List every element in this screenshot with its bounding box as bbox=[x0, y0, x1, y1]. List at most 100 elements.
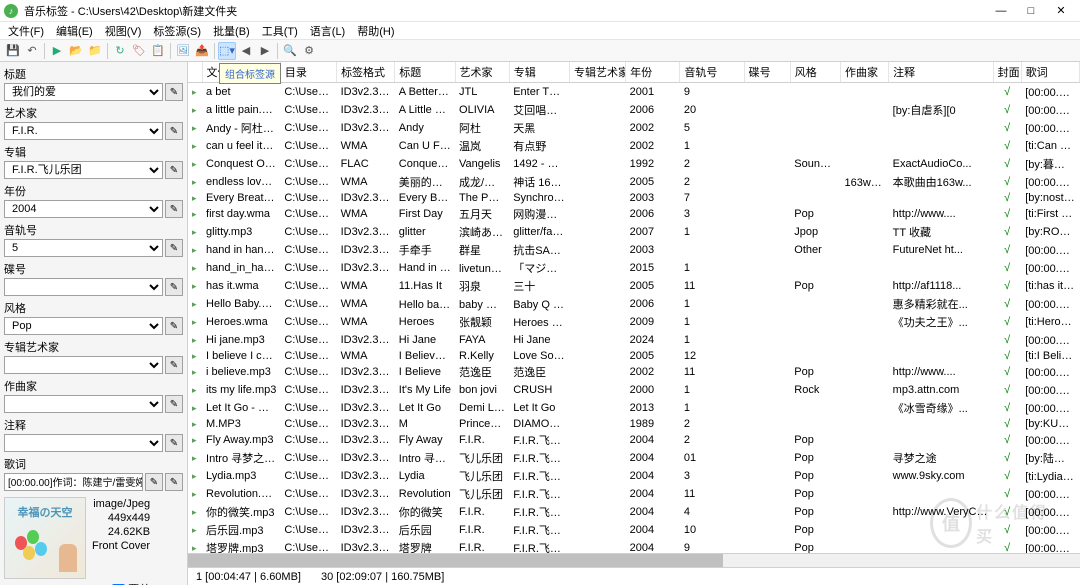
table-row[interactable]: ▸后乐园.mp3C:\Users\42\...ID3v2.3, ID3v1后乐园… bbox=[188, 521, 1080, 539]
table-row[interactable]: ▸Every Breath You T...C:\Users\42\...ID3… bbox=[188, 191, 1080, 205]
column-header[interactable]: 标签格式 bbox=[337, 62, 395, 83]
horizontal-scrollbar[interactable] bbox=[188, 553, 1080, 567]
menu-item[interactable]: 工具(T) bbox=[258, 23, 302, 39]
table-cell: 有点野 bbox=[509, 137, 569, 155]
open-toolbtn[interactable]: 📂 bbox=[67, 42, 85, 60]
table-row[interactable]: ▸Hello Baby.wmaC:\Users\42\...WMAHello b… bbox=[188, 295, 1080, 313]
table-row[interactable]: ▸Heroes.wmaC:\Users\42\...WMAHeroes张靓颖He… bbox=[188, 313, 1080, 331]
menu-item[interactable]: 文件(F) bbox=[4, 23, 48, 39]
column-header[interactable]: 专辑 bbox=[509, 62, 569, 83]
album-input[interactable]: F.I.R.飞儿乐团 bbox=[4, 161, 163, 179]
track-input[interactable]: 5 bbox=[4, 239, 163, 257]
refresh-toolbtn[interactable]: ↻ bbox=[111, 42, 129, 60]
title-input[interactable]: 我们的爱 bbox=[4, 83, 163, 101]
cover-image[interactable]: 幸福の天空 bbox=[4, 497, 86, 579]
table-row[interactable]: ▸Revolution.mp3C:\Users\42\...ID3v2.3, I… bbox=[188, 485, 1080, 503]
composer-input[interactable] bbox=[4, 395, 163, 413]
close-button[interactable]: ✕ bbox=[1046, 0, 1076, 22]
table-row[interactable]: ▸can u feel it.wmaC:\Users\42\...WMACan … bbox=[188, 137, 1080, 155]
minimize-button[interactable]: — bbox=[986, 0, 1016, 22]
lyrics-action[interactable]: ✎ bbox=[165, 473, 183, 491]
column-header[interactable]: 歌词 bbox=[1021, 62, 1079, 83]
copy-toolbtn[interactable]: 📋 bbox=[149, 42, 167, 60]
search-toolbtn[interactable]: 🔍 bbox=[281, 42, 299, 60]
albumartist-action[interactable]: ✎ bbox=[165, 356, 183, 374]
album-action[interactable]: ✎ bbox=[165, 161, 183, 179]
table-row[interactable]: ▸Hi jane.mp3C:\Users\42\...ID3v2.3, ID3v… bbox=[188, 331, 1080, 349]
tag-toolbtn[interactable]: 🏷 bbox=[130, 42, 148, 60]
table-row[interactable]: ▸hand_in_hand.mp3C:\Users\42\...ID3v2.3,… bbox=[188, 259, 1080, 277]
settings-toolbtn[interactable]: ⚙ bbox=[300, 42, 318, 60]
table-row[interactable]: ▸hand in hand.mp3C:\Users\42\...ID3v2.3,… bbox=[188, 241, 1080, 259]
table-cell bbox=[744, 399, 790, 417]
albumartist-input[interactable] bbox=[4, 356, 163, 374]
undo-toolbtn[interactable]: ↶ bbox=[23, 42, 41, 60]
maximize-button[interactable]: □ bbox=[1016, 0, 1046, 22]
genre-input[interactable]: Pop bbox=[4, 317, 163, 335]
next-toolbtn[interactable]: ▶ bbox=[256, 42, 274, 60]
column-header[interactable]: 标题 bbox=[395, 62, 455, 83]
table-row[interactable]: ▸a little pain.mp3C:\Users\42\...ID3v2.3… bbox=[188, 101, 1080, 119]
column-header[interactable]: 年份 bbox=[626, 62, 680, 83]
prev-toolbtn[interactable]: ◀ bbox=[237, 42, 255, 60]
comment-action[interactable]: ✎ bbox=[165, 434, 183, 452]
table-cell: √ bbox=[993, 313, 1021, 331]
column-header[interactable]: 碟号 bbox=[744, 62, 790, 83]
lyrics-input[interactable]: [00:00.00]作词：陈建宁/雷雯婷/黄汉青 bbox=[4, 473, 143, 491]
combined-source-toolbtn[interactable]: ⬚▾ 组合标签源 bbox=[218, 42, 236, 60]
year-action[interactable]: ✎ bbox=[165, 200, 183, 218]
table-row[interactable]: ▸Intro 寻梦之途.mp3C:\Users\42\...ID3v2.3, I… bbox=[188, 449, 1080, 467]
disc-input[interactable] bbox=[4, 278, 163, 296]
disc-action[interactable]: ✎ bbox=[165, 278, 183, 296]
column-header[interactable]: 目录 bbox=[280, 62, 336, 83]
table-row[interactable]: ▸Let It Go - Demi Lo...C:\Users\42\...ID… bbox=[188, 399, 1080, 417]
table-row[interactable]: ▸a betC:\Users\42\...ID3v2.3, ID3v1A Bet… bbox=[188, 83, 1080, 102]
table-row[interactable]: ▸你的微笑.mp3C:\Users\42\...ID3v2.3, ID3v1你的… bbox=[188, 503, 1080, 521]
table-cell: Enter The Dr... bbox=[509, 83, 569, 102]
menu-item[interactable]: 批量(B) bbox=[209, 23, 254, 39]
menu-item[interactable]: 编辑(E) bbox=[52, 23, 97, 39]
table-row[interactable]: ▸glitty.mp3C:\Users\42\...ID3v2.3, ID3v1… bbox=[188, 223, 1080, 241]
table-cell bbox=[790, 349, 840, 363]
year-input[interactable]: 2004 bbox=[4, 200, 163, 218]
column-header[interactable]: 音轨号 bbox=[680, 62, 744, 83]
column-header[interactable]: 艺术家 bbox=[455, 62, 509, 83]
table-row[interactable]: ▸Fly Away.mp3C:\Users\42\...ID3v2.3, ID3… bbox=[188, 431, 1080, 449]
table-row[interactable]: ▸Lydia.mp3C:\Users\42\...ID3v2.3, ID3v1L… bbox=[188, 467, 1080, 485]
table-row[interactable]: ▸has it.wmaC:\Users\42\...WMA11.Has It羽泉… bbox=[188, 277, 1080, 295]
export-toolbtn[interactable]: 📤 bbox=[193, 42, 211, 60]
genre-action[interactable]: ✎ bbox=[165, 317, 183, 335]
table-row[interactable]: ▸endless love.wmaC:\Users\42\...WMA美丽的神话… bbox=[188, 173, 1080, 191]
menu-item[interactable]: 标签源(S) bbox=[149, 23, 205, 39]
file-grid[interactable]: 文件名目录标签格式标题艺术家专辑专辑艺术家年份音轨号碟号风格作曲家注释封面歌词 … bbox=[188, 62, 1080, 553]
save-toolbtn[interactable]: 💾 bbox=[4, 42, 22, 60]
lyrics-edit[interactable]: ✎ bbox=[145, 473, 163, 491]
column-header[interactable]: 封面 bbox=[993, 62, 1021, 83]
play-toolbtn[interactable]: ▶ bbox=[48, 42, 66, 60]
table-row[interactable]: ▸first day.wmaC:\Users\42\...WMAFirst Da… bbox=[188, 205, 1080, 223]
comment-input[interactable] bbox=[4, 434, 163, 452]
artist-action[interactable]: ✎ bbox=[165, 122, 183, 140]
artist-input[interactable]: F.I.R. bbox=[4, 122, 163, 140]
column-header[interactable]: 作曲家 bbox=[840, 62, 888, 83]
image-toolbtn[interactable]: 🖼 bbox=[174, 42, 192, 60]
menu-item[interactable]: 语言(L) bbox=[306, 23, 349, 39]
table-cell: [by:nostatics] bbox=[1021, 191, 1079, 205]
column-header[interactable]: 注释 bbox=[889, 62, 993, 83]
table-row[interactable]: ▸i believe.mp3C:\Users\42\...ID3v2.3, ID… bbox=[188, 363, 1080, 381]
menu-item[interactable]: 视图(V) bbox=[101, 23, 146, 39]
column-header[interactable]: 风格 bbox=[790, 62, 840, 83]
table-row[interactable]: ▸I believe I can fly.w...C:\Users\42\...… bbox=[188, 349, 1080, 363]
table-row[interactable]: ▸Conquest Of Paradis...C:\Users\42\...FL… bbox=[188, 155, 1080, 173]
menu-item[interactable]: 帮助(H) bbox=[353, 23, 398, 39]
track-action[interactable]: ✎ bbox=[165, 239, 183, 257]
folder-toolbtn[interactable]: 📁 bbox=[86, 42, 104, 60]
table-row[interactable]: ▸Andy - 阿杜.mp3C:\Users\42\...ID3v2.3, ID… bbox=[188, 119, 1080, 137]
table-row[interactable]: ▸M.MP3C:\Users\42\...ID3v2.3, ID3v1MPrin… bbox=[188, 417, 1080, 431]
table-row[interactable]: ▸塔罗牌.mp3C:\Users\42\...ID3v2.3, ID3v1塔罗牌… bbox=[188, 539, 1080, 553]
composer-action[interactable]: ✎ bbox=[165, 395, 183, 413]
table-row[interactable]: ▸its my life.mp3C:\Users\42\...ID3v2.3, … bbox=[188, 381, 1080, 399]
title-action[interactable]: ✎ bbox=[165, 83, 183, 101]
column-header[interactable]: 专辑艺术家 bbox=[569, 62, 625, 83]
column-header[interactable] bbox=[188, 62, 202, 83]
